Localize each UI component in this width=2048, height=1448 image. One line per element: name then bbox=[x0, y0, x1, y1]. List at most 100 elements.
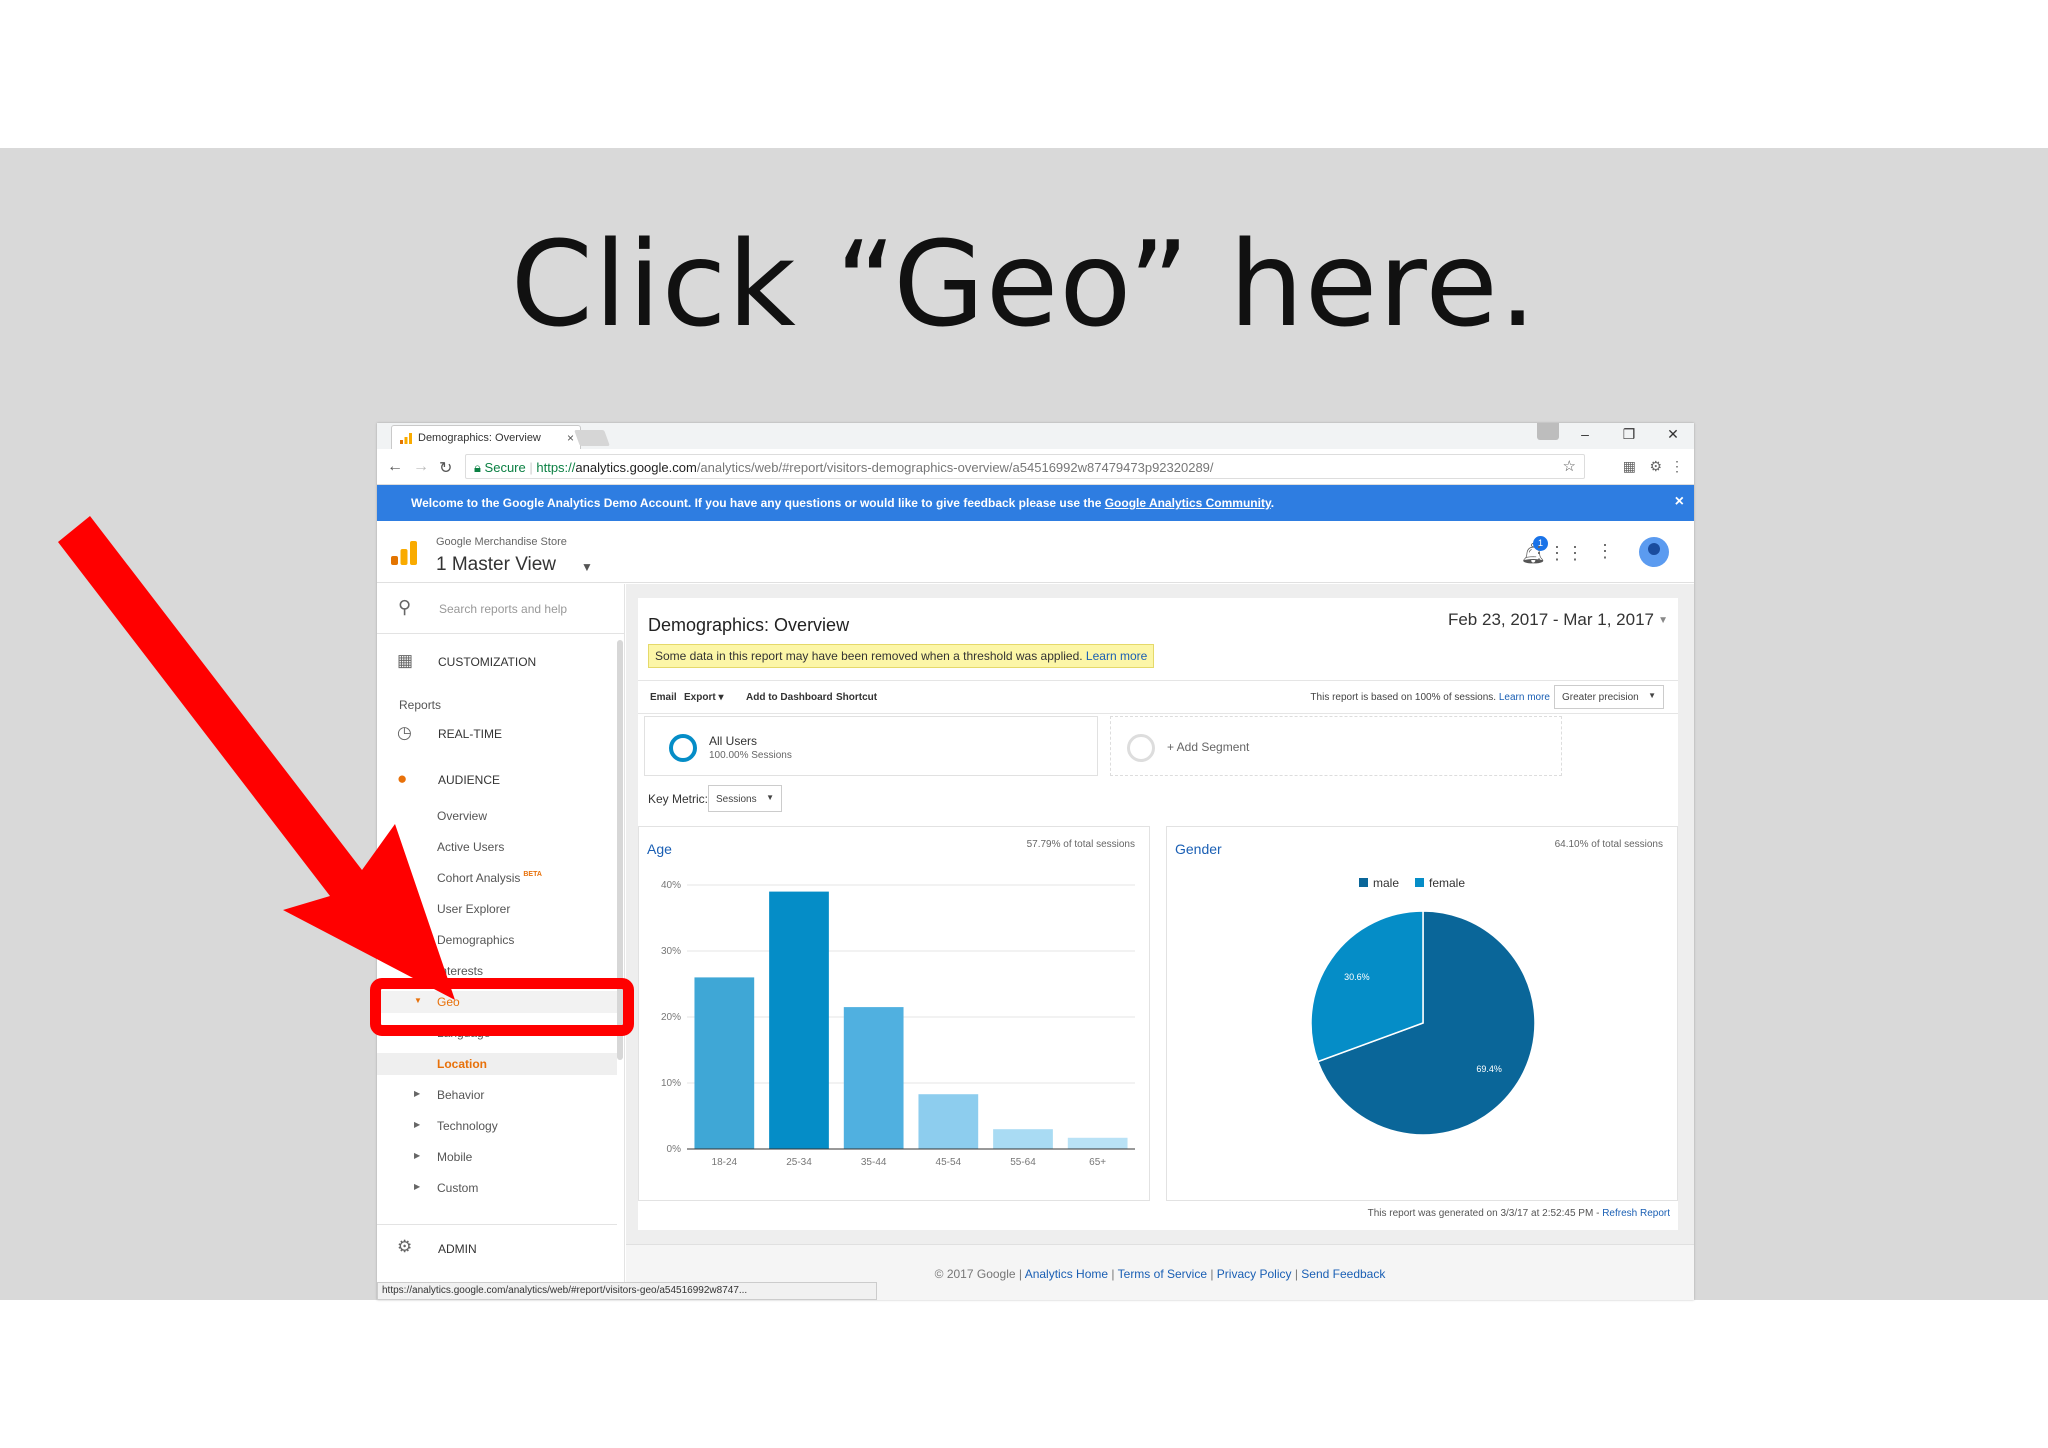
expand-triangle-icon: ▶ bbox=[414, 1120, 421, 1129]
sidebar-item-label: AUDIENCE bbox=[438, 773, 501, 787]
sidebar-item-label: Demographics bbox=[437, 933, 515, 947]
learn-more-link[interactable]: Learn more bbox=[1499, 692, 1550, 703]
notice-text: Some data in this report may have been r… bbox=[655, 649, 1086, 663]
url-host: analytics.google.com bbox=[575, 460, 697, 475]
sidebar-item-customization[interactable]: ▦ CUSTOMIZATION bbox=[377, 647, 617, 677]
segment-all-users[interactable]: All Users 100.00% Sessions bbox=[644, 716, 1098, 776]
restore-icon[interactable]: ❐ bbox=[1618, 426, 1640, 443]
sidebar-item-location[interactable]: Location bbox=[377, 1053, 617, 1075]
tab-close-icon[interactable]: × bbox=[567, 431, 574, 445]
date-range-picker[interactable]: Feb 23, 2017 - Mar 1, 2017 bbox=[1448, 610, 1654, 630]
refresh-report-link[interactable]: Refresh Report bbox=[1602, 1208, 1670, 1219]
report-actions-bar: Email Export ▾ Add to Dashboard Shortcut… bbox=[638, 680, 1678, 714]
back-icon[interactable]: ← bbox=[387, 458, 403, 476]
analytics-home-link[interactable]: Analytics Home bbox=[1025, 1267, 1108, 1281]
x-tick-label: 35-44 bbox=[861, 1157, 887, 1168]
chevron-down-icon: ▼ bbox=[1648, 691, 1656, 700]
settings-extension-icon[interactable]: ⚙ bbox=[1649, 458, 1662, 475]
bar-55-64 bbox=[993, 1129, 1053, 1149]
sidebar-item-overview[interactable]: Overview bbox=[377, 805, 617, 827]
reload-icon[interactable]: ↻ bbox=[439, 458, 452, 478]
add-segment-button[interactable]: + Add Segment bbox=[1110, 716, 1562, 776]
bar-18-24 bbox=[694, 977, 755, 1149]
banner-close-icon[interactable]: × bbox=[1675, 493, 1684, 511]
sidebar-item-label: Active Users bbox=[437, 840, 505, 854]
key-metric-label: Key Metric: bbox=[648, 792, 709, 806]
segment-sessions: 100.00% Sessions bbox=[709, 750, 792, 761]
beta-badge: BETA bbox=[523, 871, 542, 878]
expand-triangle-icon: ▶ bbox=[414, 934, 421, 943]
sidebar-item-demographics[interactable]: ▶ Demographics bbox=[377, 929, 617, 951]
sidebar-item-user-explorer[interactable]: User Explorer bbox=[377, 898, 617, 920]
welcome-tail: . bbox=[1270, 496, 1275, 510]
sidebar-divider bbox=[377, 1224, 617, 1225]
sidebar-item-cohort-analysis[interactable]: Cohort Analysis BETA bbox=[377, 867, 617, 889]
search-input[interactable]: Search reports and help bbox=[439, 602, 567, 616]
browser-menu-icon[interactable]: ⋮ bbox=[1670, 458, 1684, 475]
feedback-link[interactable]: Send Feedback bbox=[1301, 1267, 1385, 1281]
profile-icon[interactable] bbox=[1537, 423, 1559, 440]
avatar[interactable] bbox=[1639, 537, 1669, 567]
privacy-link[interactable]: Privacy Policy bbox=[1217, 1267, 1292, 1281]
secure-label: Secure bbox=[484, 460, 526, 475]
shortcut-button[interactable]: Shortcut bbox=[836, 692, 877, 703]
add-to-dashboard-button[interactable]: Add to Dashboard bbox=[746, 692, 833, 703]
page-title: Demographics: Overview bbox=[648, 615, 850, 635]
close-window-icon[interactable]: ✕ bbox=[1662, 426, 1684, 443]
threshold-notice: Some data in this report may have been r… bbox=[648, 644, 1155, 668]
email-button[interactable]: Email bbox=[650, 692, 677, 703]
main-content: Demographics: Overview Feb 23, 2017 - Ma… bbox=[626, 584, 1694, 1300]
sidebar-item-admin[interactable]: ⚙ ADMIN bbox=[377, 1234, 617, 1264]
url-input[interactable]: 🔒︎ Secure | https://analytics.google.com… bbox=[465, 454, 1585, 479]
export-button[interactable]: Export ▾ bbox=[684, 692, 723, 703]
chevron-down-icon[interactable]: ▼ bbox=[1658, 615, 1668, 626]
view-selector[interactable]: 1 Master View bbox=[436, 554, 556, 576]
sidebar-item-mobile[interactable]: ▶ Mobile bbox=[377, 1146, 617, 1168]
new-tab-button[interactable] bbox=[574, 430, 610, 446]
x-tick-label: 55-64 bbox=[1010, 1157, 1036, 1168]
forward-icon[interactable]: → bbox=[413, 458, 429, 476]
expand-triangle-icon: ▶ bbox=[414, 1151, 421, 1160]
terms-link[interactable]: Terms of Service bbox=[1118, 1267, 1207, 1281]
learn-more-link[interactable]: Learn more bbox=[1086, 649, 1147, 663]
chevron-down-icon[interactable]: ▼ bbox=[581, 560, 593, 574]
slice-label: 69.4% bbox=[1476, 1064, 1502, 1074]
welcome-text: Welcome to the Google Analytics Demo Acc… bbox=[411, 496, 1105, 510]
welcome-banner: Welcome to the Google Analytics Demo Acc… bbox=[377, 485, 1694, 521]
more-vert-icon[interactable]: ⋮ bbox=[1596, 541, 1614, 562]
x-tick-label: 18-24 bbox=[712, 1157, 738, 1168]
key-metric-value: Sessions bbox=[716, 794, 757, 805]
sidebar-item-technology[interactable]: ▶ Technology bbox=[377, 1115, 617, 1137]
sidebar-item-behavior[interactable]: ▶ Behavior bbox=[377, 1084, 617, 1106]
minimize-icon[interactable]: – bbox=[1574, 426, 1596, 442]
slide-title: Click “Geo” here. bbox=[510, 215, 1538, 353]
sidebar-item-custom[interactable]: ▶ Custom bbox=[377, 1177, 617, 1199]
apps-grid-icon[interactable]: ⋮⋮⋮ bbox=[1530, 543, 1584, 564]
sidebar-item-label: CUSTOMIZATION bbox=[438, 655, 537, 669]
precision-select[interactable]: Greater precision ▼ bbox=[1554, 685, 1664, 709]
status-bar-url: https://analytics.google.com/analytics/w… bbox=[377, 1282, 877, 1300]
generated-note: This report was generated on 3/3/17 at 2… bbox=[1368, 1208, 1670, 1219]
bar-65+ bbox=[1067, 1137, 1128, 1149]
y-tick-label: 0% bbox=[667, 1144, 682, 1155]
y-tick-label: 30% bbox=[661, 946, 681, 957]
x-tick-label: 65+ bbox=[1089, 1157, 1106, 1168]
y-tick-label: 40% bbox=[661, 880, 681, 891]
analytics-logo-icon bbox=[391, 541, 417, 565]
age-bar-chart: 0% 10% 20% 30% 40% 18-24 25-34 35-44 45-54 55-64 6… bbox=[661, 880, 1135, 1168]
key-metric-select[interactable]: Sessions ▼ bbox=[708, 785, 782, 812]
analytics-favicon-icon bbox=[400, 433, 412, 444]
community-link[interactable]: Google Analytics Community bbox=[1105, 496, 1271, 510]
sidebar-item-label: Overview bbox=[437, 809, 488, 823]
chevron-down-icon: ▼ bbox=[766, 793, 774, 802]
sidebar-item-label: Cohort Analysis BETA bbox=[437, 871, 542, 885]
sidebar-item-realtime[interactable]: ◷ REAL-TIME bbox=[377, 719, 617, 749]
sidebar-item-active-users[interactable]: Active Users bbox=[377, 836, 617, 858]
sidebar-item-label: Location bbox=[437, 1057, 487, 1071]
sidebar-item-audience[interactable]: ● AUDIENCE bbox=[377, 765, 617, 795]
segment-name: All Users bbox=[709, 734, 758, 748]
browser-tab[interactable]: Demographics: Overview × bbox=[391, 425, 581, 449]
extension-icon[interactable]: ▦ bbox=[1623, 458, 1636, 475]
sidebar-search[interactable]: ⚲ Search reports and help bbox=[377, 584, 624, 634]
bookmark-star-icon[interactable]: ☆ bbox=[1563, 457, 1576, 475]
